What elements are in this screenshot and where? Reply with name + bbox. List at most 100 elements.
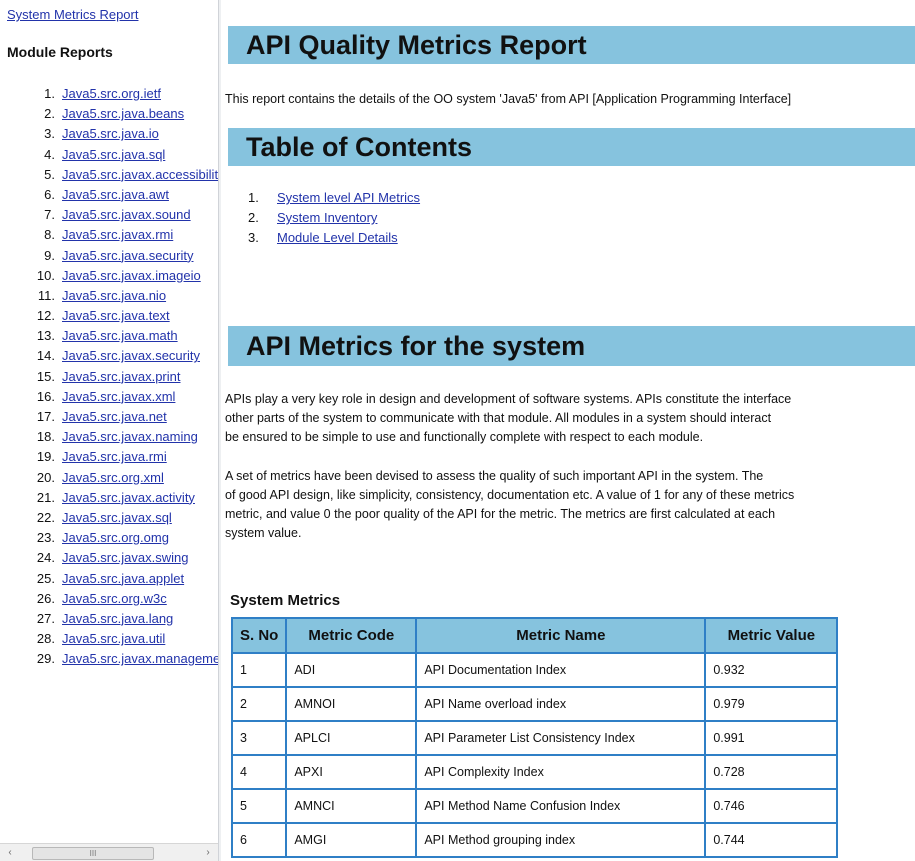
report-content-frame: API Quality Metrics Report This report c… bbox=[222, 0, 915, 861]
toc-number: 2. bbox=[248, 210, 259, 225]
module-number: 13. bbox=[36, 328, 55, 344]
cell-metric-name: API Method grouping index bbox=[415, 822, 707, 858]
module-number: 6. bbox=[44, 186, 55, 202]
module-link[interactable]: Java5.src.java.math bbox=[62, 326, 218, 346]
cell-metric-value: 0.746 bbox=[704, 788, 839, 824]
module-number: 23. bbox=[36, 530, 55, 546]
toc-heading: Table of Contents bbox=[228, 128, 915, 166]
module-link[interactable]: Java5.src.javax.naming bbox=[62, 427, 218, 447]
header-metric-code: Metric Code bbox=[285, 617, 418, 654]
module-link[interactable]: Java5.src.org.w3c bbox=[62, 589, 218, 609]
table-row: 2 AMNOI API Name overload index 0.979 bbox=[230, 686, 839, 722]
cell-metric-value: 0.932 bbox=[704, 652, 839, 688]
module-link[interactable]: Java5.src.java.security bbox=[62, 246, 218, 266]
para2-line: system value. bbox=[225, 526, 302, 540]
module-link[interactable]: Java5.src.javax.print bbox=[62, 367, 218, 387]
frame-divider[interactable] bbox=[218, 0, 221, 861]
module-number: 11. bbox=[37, 287, 55, 303]
header-s-no: S. No bbox=[230, 617, 288, 654]
module-number: 1. bbox=[44, 86, 55, 101]
horizontal-scrollbar[interactable]: ‹ III › bbox=[0, 843, 218, 861]
module-number: 4. bbox=[44, 146, 55, 162]
toc-link[interactable]: System Inventory bbox=[277, 208, 377, 228]
module-link[interactable]: Java5.src.javax.rmi bbox=[62, 225, 218, 245]
toc-number: 3. bbox=[248, 230, 259, 245]
module-link[interactable]: Java5.src.org.xml bbox=[62, 468, 218, 488]
module-number: 29. bbox=[36, 651, 55, 667]
module-number: 14. bbox=[36, 348, 55, 364]
cell-s-no: 1 bbox=[230, 652, 288, 688]
module-link[interactable]: Java5.src.java.io bbox=[62, 124, 218, 144]
module-link[interactable]: Java5.src.java.util bbox=[62, 629, 218, 649]
system-metrics-caption: System Metrics bbox=[230, 592, 341, 609]
module-link[interactable]: Java5.src.javax.xml bbox=[62, 387, 218, 407]
table-row: 6 AMGI API Method grouping index 0.744 bbox=[230, 822, 839, 858]
module-link[interactable]: Java5.src.org.omg bbox=[62, 528, 218, 548]
cell-metric-name: API Parameter List Consistency Index bbox=[415, 720, 707, 756]
toc-number: 1. bbox=[248, 190, 259, 205]
module-link[interactable]: Java5.src.javax.management bbox=[62, 649, 218, 669]
module-number: 16. bbox=[36, 388, 55, 404]
module-number: 3. bbox=[44, 126, 55, 142]
module-link[interactable]: Java5.src.java.nio bbox=[62, 286, 218, 306]
module-reports-heading: Module Reports bbox=[7, 44, 113, 60]
module-link[interactable]: Java5.src.javax.sql bbox=[62, 508, 218, 528]
module-link[interactable]: Java5.src.javax.accessibility bbox=[62, 165, 218, 185]
module-number: 5. bbox=[44, 166, 55, 182]
module-link[interactable]: Java5.src.java.rmi bbox=[62, 447, 218, 467]
module-number: 7. bbox=[44, 207, 55, 223]
module-number: 2. bbox=[44, 106, 55, 122]
module-link[interactable]: Java5.src.java.applet bbox=[62, 569, 218, 589]
module-number: 26. bbox=[36, 590, 55, 606]
cell-s-no: 2 bbox=[230, 686, 288, 722]
cell-metric-name: API Documentation Index bbox=[415, 652, 707, 688]
module-link[interactable]: Java5.src.java.beans bbox=[62, 104, 218, 124]
cell-metric-code: ADI bbox=[285, 652, 418, 688]
module-link[interactable]: Java5.src.java.net bbox=[62, 407, 218, 427]
header-metric-name: Metric Name bbox=[415, 617, 707, 654]
module-number: 22. bbox=[36, 509, 55, 525]
module-link[interactable]: Java5.src.javax.sound bbox=[62, 205, 218, 225]
para1-line: be ensured to be simple to use and funct… bbox=[225, 430, 704, 444]
module-number: 9. bbox=[44, 247, 55, 263]
cell-metric-value: 0.728 bbox=[704, 754, 839, 790]
scrollbar-thumb[interactable]: III bbox=[32, 847, 154, 860]
module-link[interactable]: Java5.src.java.sql bbox=[62, 145, 218, 165]
module-number: 20. bbox=[36, 469, 55, 485]
system-metrics-table: S. No Metric Code Metric Name Metric Val… bbox=[230, 617, 839, 858]
cell-metric-value: 0.991 bbox=[704, 720, 839, 756]
cell-s-no: 6 bbox=[230, 822, 288, 858]
para1-line: APIs play a very key role in design and … bbox=[225, 392, 792, 406]
module-link[interactable]: Java5.src.javax.imageio bbox=[62, 266, 218, 286]
system-metrics-report-link[interactable]: System Metrics Report bbox=[7, 7, 138, 22]
scroll-left-arrow-icon[interactable]: ‹ bbox=[2, 844, 18, 861]
cell-metric-name: API Method Name Confusion Index bbox=[415, 788, 707, 824]
module-number: 24. bbox=[36, 550, 55, 566]
module-number: 25. bbox=[36, 570, 55, 586]
module-link[interactable]: Java5.src.org.ietf bbox=[62, 84, 218, 104]
cell-s-no: 5 bbox=[230, 788, 288, 824]
module-link[interactable]: Java5.src.javax.security bbox=[62, 346, 218, 366]
module-nav-frame: System Metrics Report Module Reports 1. J… bbox=[0, 0, 218, 861]
table-header-row: S. No Metric Code Metric Name Metric Val… bbox=[230, 617, 839, 654]
cell-metric-code: AMNCI bbox=[285, 788, 418, 824]
module-link[interactable]: Java5.src.java.lang bbox=[62, 609, 218, 629]
toc-link[interactable]: System level API Metrics bbox=[277, 188, 420, 208]
module-link[interactable]: Java5.src.java.awt bbox=[62, 185, 218, 205]
section-heading-api-metrics: API Metrics for the system bbox=[228, 326, 915, 366]
toc-link[interactable]: Module Level Details bbox=[277, 228, 398, 248]
cell-metric-code: APXI bbox=[285, 754, 418, 790]
cell-metric-value: 0.744 bbox=[704, 822, 839, 858]
module-number: 17. bbox=[36, 409, 55, 424]
module-number: 21. bbox=[36, 489, 55, 505]
module-link[interactable]: Java5.src.java.text bbox=[62, 306, 218, 326]
module-link[interactable]: Java5.src.javax.activity bbox=[62, 488, 218, 508]
scroll-right-arrow-icon[interactable]: › bbox=[200, 844, 216, 861]
module-link[interactable]: Java5.src.javax.swing bbox=[62, 548, 218, 568]
cell-s-no: 3 bbox=[230, 720, 288, 756]
module-number: 8. bbox=[44, 227, 55, 243]
table-row: 3 APLCI API Parameter List Consistency Ind… bbox=[230, 720, 839, 756]
report-title: API Quality Metrics Report bbox=[228, 26, 915, 64]
intro-text: This report contains the details of the … bbox=[225, 92, 792, 106]
module-number: 19. bbox=[36, 449, 55, 465]
